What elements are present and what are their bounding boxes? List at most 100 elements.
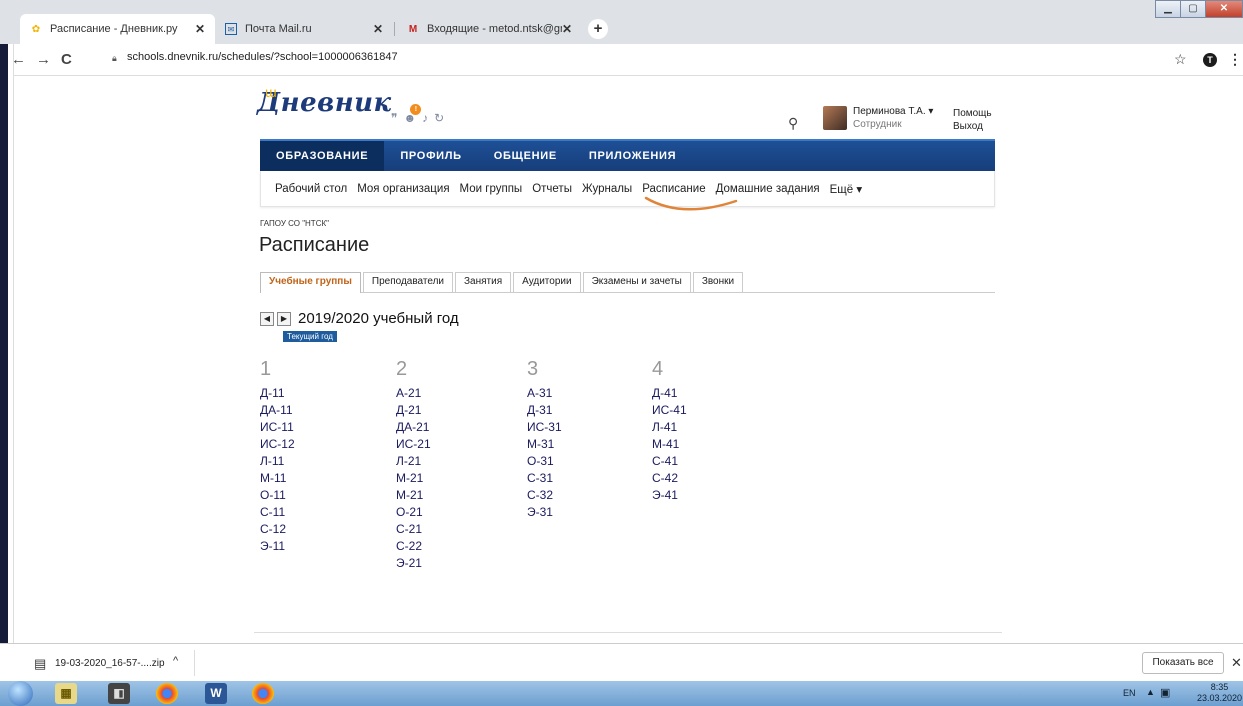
tab-schedule[interactable]: ✿ Расписание - Дневник.ру ✕ — [20, 14, 215, 44]
archive-file-icon: ▤ — [34, 656, 47, 671]
chat-icon[interactable]: ❞ — [391, 111, 397, 125]
subnav-organization[interactable]: Моя организация — [357, 183, 449, 195]
group-link[interactable]: ИС-11 — [260, 419, 295, 436]
group-link[interactable]: ИС-12 — [260, 436, 295, 453]
bookmark-star-icon[interactable]: ☆ — [1174, 51, 1187, 68]
tab-close-icon[interactable]: ✕ — [373, 22, 383, 36]
tab-study-groups[interactable]: Учебные группы — [260, 272, 361, 293]
profile-avatar[interactable]: T — [1203, 53, 1217, 67]
tab-lessons[interactable]: Занятия — [455, 272, 512, 292]
subnav-journals[interactable]: Журналы — [582, 183, 632, 195]
explorer-icon[interactable]: ▦ — [55, 683, 77, 704]
media-icon[interactable]: ◧ — [108, 683, 130, 704]
subnav-reports[interactable]: Отчеты — [532, 183, 572, 195]
group-link[interactable]: М-21 — [396, 470, 431, 487]
nav-education[interactable]: ОБРАЗОВАНИЕ — [260, 141, 385, 171]
group-link[interactable]: Л-21 — [396, 453, 431, 470]
group-link[interactable]: О-31 — [527, 453, 562, 470]
subnav-more[interactable]: Ещё ▾ — [830, 182, 863, 196]
group-link[interactable]: С-11 — [260, 504, 295, 521]
refresh-icon[interactable]: ↻ — [434, 111, 444, 125]
download-file-name[interactable]: 19-03-2020_16-57-....zip — [55, 658, 165, 669]
chevron-up-icon[interactable]: ^ — [173, 655, 178, 667]
network-icon[interactable]: ▣ — [1160, 686, 1170, 699]
mail-favicon-icon: ✉ — [225, 23, 237, 35]
group-link[interactable]: А-31 — [527, 385, 562, 402]
group-link[interactable]: ИС-21 — [396, 436, 431, 453]
minimize-icon[interactable]: ▁ — [1155, 0, 1181, 18]
tab-classrooms[interactable]: Аудитории — [513, 272, 581, 292]
group-link[interactable]: Э-41 — [652, 487, 687, 504]
clock[interactable]: 8:35 23.03.2020 — [1197, 682, 1242, 704]
bell-icon[interactable]: ♪ — [422, 111, 428, 125]
group-link[interactable]: О-21 — [396, 504, 431, 521]
group-link[interactable]: С-12 — [260, 521, 295, 538]
next-year-icon[interactable]: ▶ — [277, 311, 291, 326]
chrome-icon[interactable]: ● — [252, 683, 274, 704]
nav-apps[interactable]: ПРИЛОЖЕНИЯ — [573, 141, 692, 171]
users-icon[interactable]: ☻! — [403, 104, 422, 125]
subnav-my-groups[interactable]: Мои группы — [460, 183, 523, 195]
help-link[interactable]: Помощь — [953, 108, 992, 119]
page-title: Расписание — [259, 234, 370, 256]
forward-icon[interactable]: → — [36, 51, 51, 68]
group-link[interactable]: Д-11 — [260, 385, 295, 402]
group-link[interactable]: ДА-11 — [260, 402, 295, 419]
group-link[interactable]: С-31 — [527, 470, 562, 487]
tray-expand-icon[interactable]: ▲ — [1146, 687, 1155, 697]
tab-mail[interactable]: ✉ Почта Mail.ru ✕ — [215, 14, 393, 44]
group-link[interactable]: С-42 — [652, 470, 687, 487]
tab-bells[interactable]: Звонки — [692, 272, 744, 292]
group-link[interactable]: Э-21 — [396, 555, 431, 572]
group-link[interactable]: Л-41 — [652, 419, 687, 436]
new-tab-button[interactable]: + — [588, 19, 608, 39]
start-button-icon[interactable] — [8, 681, 33, 706]
show-all-downloads-button[interactable]: Показать все — [1142, 652, 1224, 674]
language-indicator[interactable]: EN — [1123, 688, 1136, 698]
close-window-icon[interactable]: ✕ — [1205, 0, 1243, 18]
maximize-icon[interactable]: ▢ — [1180, 0, 1206, 18]
user-name[interactable]: Перминова Т.А. ▾ — [853, 106, 933, 117]
nav-profile[interactable]: ПРОФИЛЬ — [384, 141, 477, 171]
search-icon[interactable]: ⚲ — [788, 115, 798, 132]
logout-link[interactable]: Выход — [953, 121, 983, 132]
tab-gmail[interactable]: M Входящие - metod.ntsk@gmail.c ✕ — [397, 14, 582, 44]
group-link[interactable]: Д-31 — [527, 402, 562, 419]
group-link[interactable]: ИС-31 — [527, 419, 562, 436]
prev-year-icon[interactable]: ◀ — [260, 311, 274, 326]
group-link[interactable]: Л-11 — [260, 453, 295, 470]
tab-close-icon[interactable]: ✕ — [195, 22, 205, 36]
breadcrumb[interactable]: ГАПОУ СО "НТСК" — [260, 219, 329, 228]
group-link[interactable]: Э-11 — [260, 538, 295, 555]
tab-teachers[interactable]: Преподаватели — [362, 272, 454, 292]
course-number: 2 — [396, 358, 408, 380]
site-logo[interactable]: ɯ Дневник — [257, 84, 392, 118]
group-link[interactable]: М-21 — [396, 487, 431, 504]
subnav-desktop[interactable]: Рабочий стол — [275, 183, 347, 195]
group-link[interactable]: С-21 — [396, 521, 431, 538]
address-bar[interactable]: 🔒︎ schools.dnevnik.ru/schedules/?school=… — [112, 51, 398, 63]
chrome-icon[interactable]: ● — [156, 683, 178, 704]
group-link[interactable]: Э-31 — [527, 504, 562, 521]
group-link[interactable]: А-21 — [396, 385, 431, 402]
tab-exams[interactable]: Экзамены и зачеты — [582, 272, 691, 292]
group-link[interactable]: С-41 — [652, 453, 687, 470]
browser-menu-icon[interactable]: ⋮ — [1228, 51, 1242, 68]
reload-icon[interactable]: C — [61, 51, 72, 68]
group-link[interactable]: М-41 — [652, 436, 687, 453]
group-link[interactable]: ДА-21 — [396, 419, 431, 436]
close-icon[interactable]: ✕ — [1231, 655, 1242, 671]
nav-communication[interactable]: ОБЩЕНИЕ — [478, 141, 573, 171]
user-role: Сотрудник — [853, 119, 902, 130]
word-icon[interactable]: W — [205, 683, 227, 704]
group-link[interactable]: Д-21 — [396, 402, 431, 419]
group-link[interactable]: М-31 — [527, 436, 562, 453]
group-link[interactable]: С-22 — [396, 538, 431, 555]
group-link[interactable]: ИС-41 — [652, 402, 687, 419]
tab-close-icon[interactable]: ✕ — [562, 22, 572, 36]
group-link[interactable]: О-11 — [260, 487, 295, 504]
group-link[interactable]: С-32 — [527, 487, 562, 504]
avatar[interactable] — [823, 106, 847, 130]
group-link[interactable]: М-11 — [260, 470, 295, 487]
group-link[interactable]: Д-41 — [652, 385, 687, 402]
